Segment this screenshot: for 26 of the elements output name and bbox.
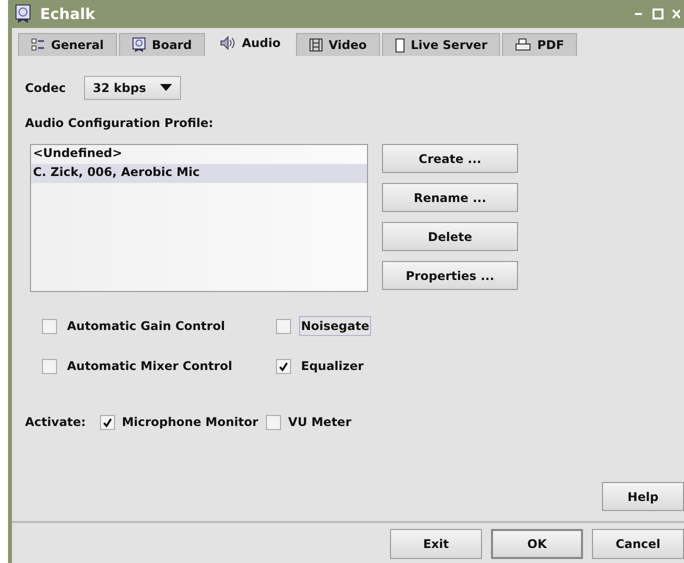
codec-label: Codec: [25, 81, 66, 95]
checkbox-label: Noisegate: [299, 316, 372, 336]
checkbox-label: Automatic Gain Control: [66, 318, 226, 335]
checkbox-label: Microphone Monitor: [120, 414, 260, 431]
profile-button[interactable]: Properties ...: [382, 261, 518, 290]
checkbox-label: Automatic Mixer Control: [66, 358, 234, 375]
list-item[interactable]: C. Zick, 006, Aerobic Mic: [31, 164, 367, 183]
tab[interactable]: Board: [118, 33, 205, 56]
checkbox-label: Equalizer: [300, 358, 365, 375]
profile-button[interactable]: Create ...: [382, 144, 518, 173]
tab[interactable]: Video: [296, 33, 380, 56]
footer-button[interactable]: Cancel: [592, 529, 684, 559]
profile-button[interactable]: Rename ...: [382, 183, 518, 212]
profile-label: Audio Configuration Profile:: [25, 116, 214, 130]
tab[interactable]: Live Server: [382, 33, 500, 56]
tab[interactable]: PDF: [502, 33, 578, 56]
tab[interactable]: General: [18, 33, 117, 56]
activate-label: Activate:: [25, 415, 86, 429]
profile-button[interactable]: Delete: [382, 222, 518, 251]
list-item[interactable]: <Undefined>: [31, 145, 367, 164]
footer-button[interactable]: Exit: [390, 529, 482, 559]
checkbox-label: VU Meter: [287, 414, 352, 431]
codec-dropdown[interactable]: 32 kbps: [84, 76, 182, 100]
footer-button[interactable]: OK: [491, 529, 583, 559]
window-title: Echalk: [40, 5, 96, 23]
help-button[interactable]: Help: [602, 482, 684, 511]
